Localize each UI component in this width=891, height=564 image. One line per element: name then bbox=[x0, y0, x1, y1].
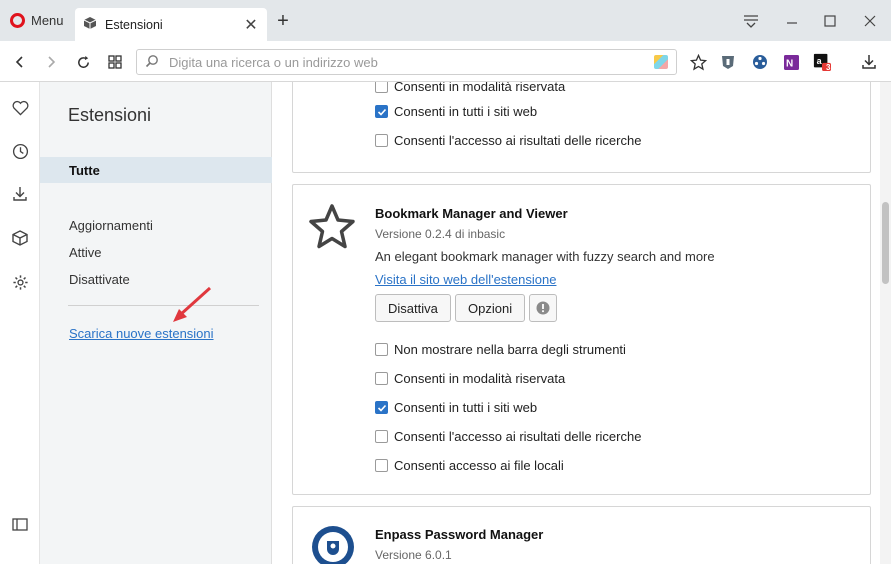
reload-button[interactable] bbox=[72, 51, 94, 73]
extension-website-link[interactable]: Visita il sito web dell'estensione bbox=[375, 272, 556, 287]
option-search-results[interactable]: Consenti l'accesso ai risultati delle ri… bbox=[375, 133, 641, 148]
checkbox[interactable] bbox=[375, 372, 388, 385]
report-button[interactable] bbox=[529, 294, 557, 322]
option-private-mode[interactable]: Consenti in modalità riservata bbox=[375, 371, 565, 386]
url-box[interactable] bbox=[136, 49, 677, 75]
scrollbar-thumb[interactable] bbox=[882, 202, 889, 284]
extension-name: Bookmark Manager and Viewer bbox=[375, 206, 568, 221]
sidebar-item-all[interactable]: Tutte bbox=[40, 157, 272, 183]
back-button[interactable] bbox=[9, 51, 31, 73]
extension-card-enpass: Enpass Password Manager Versione 6.0.1 bbox=[292, 506, 871, 564]
checkbox[interactable] bbox=[375, 343, 388, 356]
address-bar: N a 3 bbox=[0, 41, 891, 82]
extensions-cube-icon[interactable] bbox=[10, 228, 30, 248]
checkbox[interactable] bbox=[375, 134, 388, 147]
options-button[interactable]: Opzioni bbox=[455, 294, 526, 322]
search-input[interactable] bbox=[167, 53, 646, 71]
minimize-button[interactable] bbox=[781, 10, 803, 32]
checkbox[interactable] bbox=[375, 82, 388, 93]
close-window-button[interactable] bbox=[859, 10, 881, 32]
amazon-assistant-icon[interactable]: a 3 bbox=[813, 53, 831, 72]
opera-logo-icon bbox=[10, 13, 25, 28]
heart-icon[interactable] bbox=[10, 98, 30, 118]
star-extension-icon bbox=[307, 203, 357, 254]
bookmark-star-icon[interactable] bbox=[689, 53, 707, 71]
checkbox-checked[interactable] bbox=[375, 401, 388, 414]
search-icon bbox=[145, 54, 159, 71]
get-more-extensions-link[interactable]: Scarica nuove estensioni bbox=[69, 326, 214, 341]
forward-button[interactable] bbox=[40, 51, 62, 73]
warning-icon bbox=[536, 301, 550, 315]
settings-gear-icon[interactable] bbox=[10, 272, 30, 292]
maximize-button[interactable] bbox=[819, 10, 841, 32]
downloads-icon[interactable] bbox=[10, 184, 30, 204]
annotation-arrow bbox=[173, 286, 212, 322]
opera-menu-button[interactable]: Menu bbox=[0, 0, 72, 41]
notification-badge: 3 bbox=[826, 63, 831, 72]
download-icon[interactable] bbox=[860, 53, 878, 71]
network-extension-icon[interactable] bbox=[751, 53, 769, 71]
extensions-sidebar: Estensioni Tutte Aggiornamenti Attive Di… bbox=[40, 82, 272, 564]
extension-card-bookmark-manager: Bookmark Manager and Viewer Versione 0.2… bbox=[292, 184, 871, 495]
sidebar-divider bbox=[68, 305, 259, 306]
sidebar-toggle-icon[interactable] bbox=[10, 514, 30, 534]
checkbox[interactable] bbox=[375, 459, 388, 472]
option-hide-toolbar[interactable]: Non mostrare nella barra degli strumenti bbox=[375, 342, 626, 357]
svg-text:N: N bbox=[786, 58, 793, 69]
option-all-sites[interactable]: Consenti in tutti i siti web bbox=[375, 400, 537, 415]
snapshot-cube-icon[interactable] bbox=[654, 55, 668, 69]
menu-label: Menu bbox=[31, 13, 64, 28]
close-tab-icon[interactable]: ✕ bbox=[243, 15, 259, 35]
scrollbar[interactable] bbox=[880, 82, 891, 564]
extension-version: Versione 0.2.4 di inbasic bbox=[375, 227, 506, 241]
option-all-sites[interactable]: Consenti in tutti i siti web bbox=[375, 104, 537, 119]
sidebar-item-enabled[interactable]: Attive bbox=[40, 239, 272, 265]
extension-card-partial: Consenti in modalità riservata Consenti … bbox=[292, 82, 871, 173]
sidebar-rail bbox=[0, 82, 40, 564]
option-local-files[interactable]: Consenti accesso ai file locali bbox=[375, 458, 564, 473]
speed-dial-icon[interactable] bbox=[104, 51, 126, 73]
sidebar-item-disabled[interactable]: Disattivate bbox=[40, 266, 272, 292]
enpass-logo-icon bbox=[311, 525, 355, 564]
extension-description: An elegant bookmark manager with fuzzy s… bbox=[375, 249, 715, 264]
onenote-icon[interactable]: N bbox=[782, 53, 800, 71]
history-clock-icon[interactable] bbox=[10, 141, 30, 161]
checkbox-checked[interactable] bbox=[375, 105, 388, 118]
checkbox[interactable] bbox=[375, 430, 388, 443]
page-title: Estensioni bbox=[68, 105, 152, 125]
tab-menu-icon[interactable] bbox=[740, 10, 762, 32]
shield-extension-icon[interactable] bbox=[719, 53, 737, 71]
tab-strip: Menu Estensioni ✕ + bbox=[0, 0, 891, 41]
extension-version: Versione 6.0.1 bbox=[375, 548, 452, 562]
new-tab-button[interactable]: + bbox=[274, 11, 292, 31]
option-private-mode[interactable]: Consenti in modalità riservata bbox=[375, 82, 565, 94]
extension-name: Enpass Password Manager bbox=[375, 527, 544, 542]
option-search-results[interactable]: Consenti l'accesso ai risultati delle ri… bbox=[375, 429, 641, 444]
cube-icon bbox=[83, 16, 97, 33]
disable-button[interactable]: Disattiva bbox=[375, 294, 451, 322]
tab-extensions[interactable]: Estensioni ✕ bbox=[75, 8, 267, 41]
extensions-list: Consenti in modalità riservata Consenti … bbox=[272, 82, 891, 564]
sidebar-item-updates[interactable]: Aggiornamenti bbox=[40, 212, 272, 238]
tab-title: Estensioni bbox=[105, 17, 163, 32]
